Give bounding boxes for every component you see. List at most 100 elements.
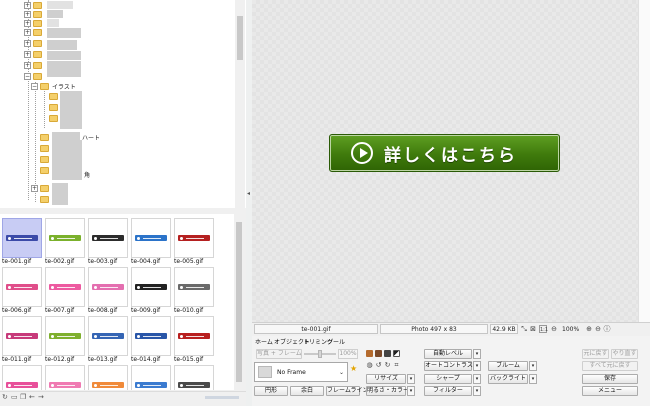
zoom-in-icon[interactable]: ⊕ [585, 325, 593, 333]
frame-slider-knob[interactable] [318, 350, 322, 358]
undo-button[interactable]: 元に戻す [582, 349, 609, 359]
contrast-icon[interactable] [393, 350, 400, 357]
thumbnail-scrollbar-thumb[interactable] [236, 222, 242, 382]
circle-button[interactable]: 円形 [254, 386, 288, 396]
photo-frame-button[interactable]: 写真 + フレーム [256, 349, 302, 359]
sharpen-button[interactable]: シャープ [424, 374, 472, 384]
brightness-color-button[interactable]: 明るさ・カラー [366, 386, 409, 396]
tree-scrollbar[interactable] [235, 0, 245, 208]
thumbnail-item[interactable]: te-013.gif [88, 316, 128, 365]
brown-icon[interactable] [375, 350, 382, 357]
thumbnail-size-slider[interactable] [205, 396, 239, 399]
tree-expand-icon[interactable]: + [31, 185, 38, 192]
thumbnail-item[interactable] [88, 365, 128, 390]
thumbnail-item[interactable]: te-008.gif [88, 267, 128, 316]
canvas-scrollbar[interactable] [638, 0, 650, 322]
auto-contrast-dropdown[interactable]: ▾ [473, 361, 481, 371]
thumbnail-item[interactable]: te-010.gif [174, 267, 214, 316]
copy-icon[interactable]: ❐ [20, 394, 27, 401]
fit-icon[interactable]: ⤡ [520, 325, 528, 333]
info-icon[interactable]: ⓘ [603, 325, 611, 333]
favorite-star-icon[interactable]: ★ [350, 364, 357, 373]
auto-contrast-button[interactable]: オートコントラスト [424, 361, 479, 371]
tree-expand-icon[interactable]: + [24, 40, 31, 47]
thumbnail-label: te-011.gif [2, 356, 32, 363]
resize-button[interactable]: リサイズ [366, 374, 406, 384]
tree-scrollbar-thumb[interactable] [237, 16, 243, 60]
brightness-dropdown[interactable]: ▾ [407, 386, 415, 396]
thumbnail-item[interactable]: te-014.gif [131, 316, 171, 365]
frame-line-button[interactable]: フレームライン [326, 386, 369, 396]
rotate-left-icon[interactable]: ↺ [375, 362, 382, 369]
thumbnail-grid[interactable]: te-015.gif te-014.gif te-013.gif te-012.gif… [0, 214, 244, 390]
arrow-left-icon[interactable]: ← [29, 394, 36, 401]
filter-button[interactable]: フィルター [424, 386, 472, 396]
thumbnail-item[interactable]: te-001.gif [2, 218, 42, 267]
bloom-dropdown[interactable]: ▾ [529, 361, 537, 371]
folder-small-icon[interactable]: ▭ [11, 394, 18, 401]
auto-level-button[interactable]: 自動レベル [424, 349, 472, 359]
thumbnail-item[interactable]: te-015.gif [174, 316, 214, 365]
backlight-dropdown[interactable]: ▾ [529, 374, 537, 384]
color-wheel-icon[interactable]: ◍ [366, 362, 373, 369]
tab-home[interactable]: ホーム [255, 337, 273, 346]
backlight-button[interactable]: バックライト [488, 374, 528, 384]
thumbnail-button-preview [178, 284, 210, 290]
thumbnail-item[interactable]: te-002.gif [45, 218, 85, 267]
thumbnail-item[interactable] [2, 365, 42, 390]
auto-level-dropdown[interactable]: ▾ [473, 349, 481, 359]
redo-button[interactable]: やり直す [611, 349, 638, 359]
thumbnail-item[interactable]: te-007.gif [45, 267, 85, 316]
save-button[interactable]: 保存 [582, 374, 638, 384]
crop-icon[interactable]: ⌗ [393, 362, 400, 369]
thumbnail-button-preview [6, 284, 38, 290]
thumbnail-image [88, 365, 128, 390]
thumbnail-item[interactable] [45, 365, 85, 390]
filter-dropdown[interactable]: ▾ [473, 386, 481, 396]
tree-expand-icon[interactable]: + [24, 20, 31, 27]
folder-icon [33, 62, 42, 69]
thumbnail-item[interactable]: te-011.gif [2, 316, 42, 365]
tree-collapse-icon[interactable]: − [24, 73, 31, 80]
frame-select[interactable]: No Frame ⌄ [254, 362, 348, 382]
tree-item-label[interactable]: ハート [82, 133, 100, 142]
rotate-icon[interactable]: ↻ [2, 394, 9, 401]
thumbnail-item[interactable]: te-005.gif [174, 218, 214, 267]
thumbnail-button-preview [178, 382, 210, 388]
thumbnail-item[interactable]: te-012.gif [45, 316, 85, 365]
tree-expand-icon[interactable]: + [24, 51, 31, 58]
thumbnail-item[interactable]: te-003.gif [88, 218, 128, 267]
zoom-out-small-icon[interactable]: ⊖ [594, 325, 602, 333]
tree-collapse-icon[interactable]: − [31, 83, 38, 90]
actual-size-icon[interactable]: 1:1 [539, 325, 548, 333]
tree-expand-icon[interactable]: + [24, 2, 31, 9]
tree-expand-icon[interactable]: + [24, 62, 31, 69]
thumbnail-scrollbar[interactable] [234, 214, 244, 390]
folder-icon [49, 115, 58, 122]
thumbnail-item[interactable] [131, 365, 171, 390]
image-canvas[interactable]: 詳しくはこちら [252, 0, 638, 322]
zoom-out-icon[interactable]: ⊖ [550, 325, 558, 333]
thumbnail-item[interactable]: te-009.gif [131, 267, 171, 316]
collapse-left-icon[interactable]: ◂ [247, 190, 250, 197]
sepia-icon[interactable] [366, 350, 373, 357]
fit-window-icon[interactable]: ⊠ [529, 325, 537, 333]
thumbnail-item[interactable]: te-004.gif [131, 218, 171, 267]
tab-tools[interactable]: ツール [327, 337, 345, 346]
tree-item-label[interactable]: 角 [84, 170, 90, 179]
resize-dropdown[interactable]: ▾ [407, 374, 415, 384]
margin-button[interactable]: 余白 [290, 386, 324, 396]
rotate-right-icon[interactable]: ↻ [384, 362, 391, 369]
arrow-right-icon[interactable]: → [38, 394, 45, 401]
thumbnail-item[interactable] [174, 365, 214, 390]
tree-expand-icon[interactable]: + [24, 11, 31, 18]
undo-all-button[interactable]: すべて元に戻す [582, 361, 638, 371]
menu-button[interactable]: メニュー [582, 386, 638, 396]
tree-expand-icon[interactable]: + [24, 29, 31, 36]
thumbnail-item[interactable]: te-006.gif [2, 267, 42, 316]
sharpen-dropdown[interactable]: ▾ [473, 374, 481, 384]
tree-item-label[interactable]: イラスト [52, 82, 76, 91]
folder-tree[interactable]: + + + + + + + − − イラスト ハート 角 + [0, 0, 246, 208]
grayscale-icon[interactable] [384, 350, 391, 357]
bloom-button[interactable]: ブルーム [488, 361, 528, 371]
